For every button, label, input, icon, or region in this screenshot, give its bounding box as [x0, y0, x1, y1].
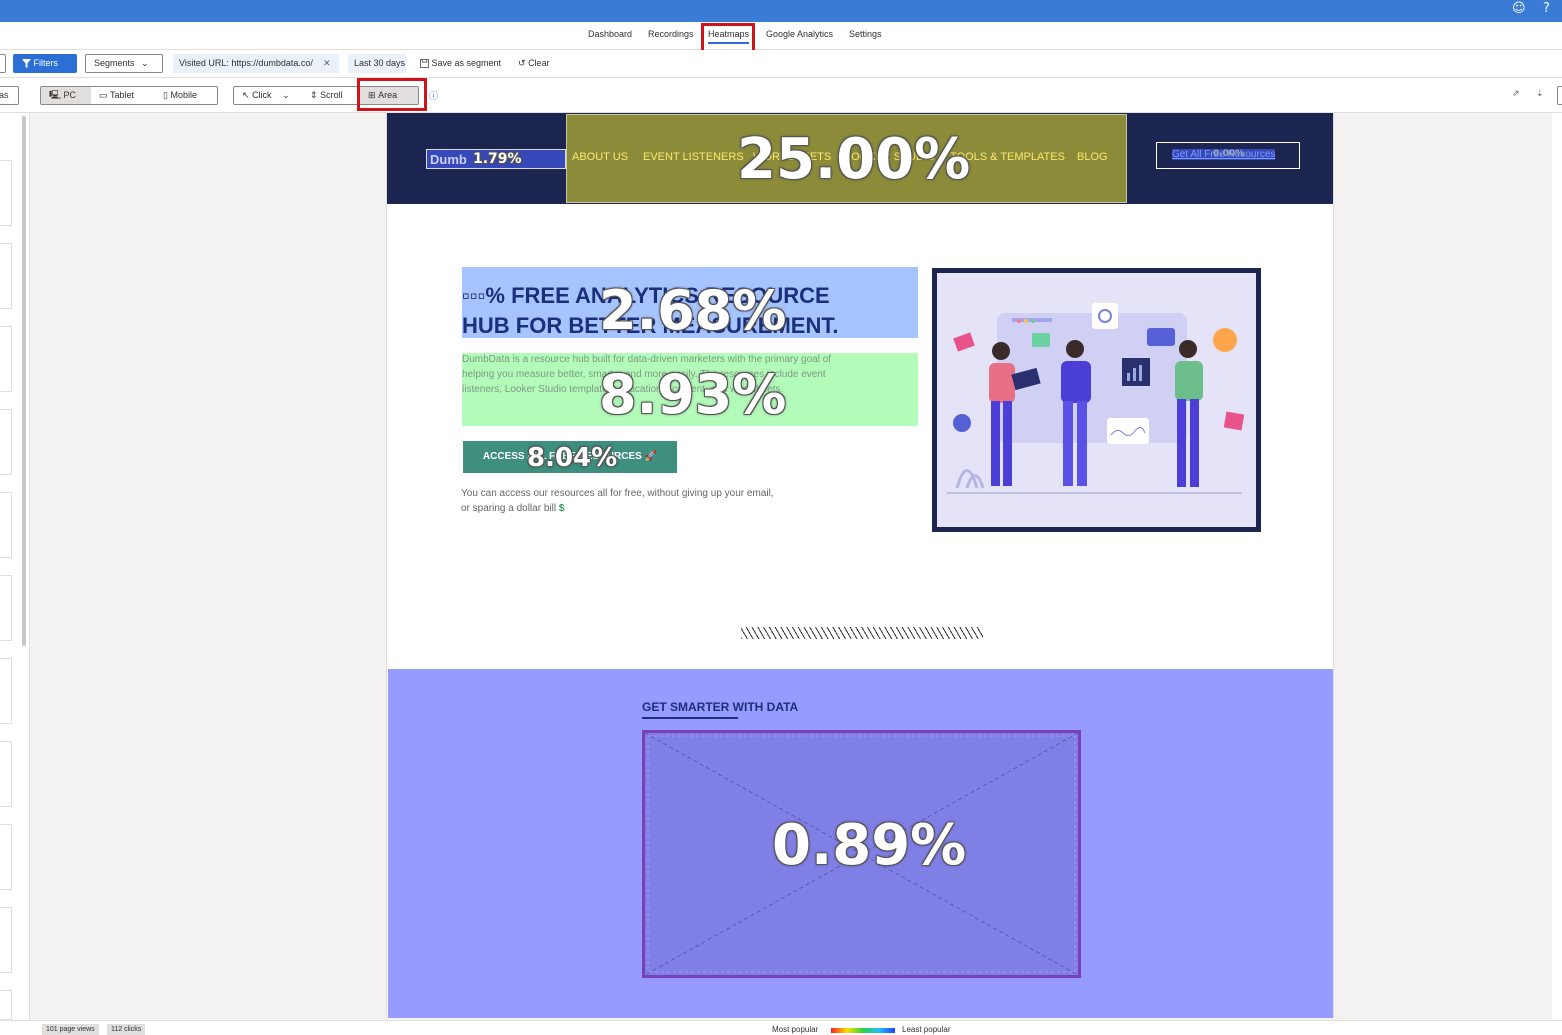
heat-legend-gradient	[831, 1028, 895, 1033]
area-percent-header-cta: 0.00%	[1213, 149, 1245, 159]
date-filter-chip[interactable]: Last 30 days	[348, 54, 406, 73]
area-percent-logo: 1.79%	[473, 151, 522, 167]
tablet-icon: ▭	[99, 90, 108, 100]
team-illustration	[947, 303, 1245, 494]
sidebar-card[interactable]	[0, 907, 12, 973]
help-icon[interactable]: ?	[1543, 1, 1550, 16]
mobile-icon: ▯	[163, 90, 168, 100]
download-icon[interactable]: ⇣	[1536, 88, 1544, 99]
share-icon[interactable]: ⇗	[1512, 88, 1520, 99]
chevron-down-icon: ⌄	[141, 58, 149, 68]
heatmap-toolbar: as 🖳 PC ▭ Tablet ▯ Mobile ↖ Click ⌄ ⇕ Sc…	[0, 78, 1562, 113]
sidebar-card[interactable]	[0, 658, 12, 724]
site-menu-blog[interactable]: BLOG	[1077, 151, 1108, 163]
site-menu-event-listeners[interactable]: EVENT LISTENERS	[643, 151, 744, 163]
section-title: GET SMARTER WITH DATA	[642, 700, 799, 714]
save-as-segment-button[interactable]: Save as segment	[420, 58, 502, 69]
smiley-icon[interactable]: ☺	[1512, 1, 1526, 16]
clear-button[interactable]: ↺ Clear	[518, 58, 550, 69]
chevron-down-icon: ⌄	[282, 90, 290, 100]
save-as-segment-label: Save as segment	[431, 58, 502, 68]
sidebar-card[interactable]	[0, 160, 12, 226]
area-percent-hero-title: 2.68%	[599, 279, 787, 342]
status-bar: 101 page views 112 clicks Most popular L…	[0, 1020, 1562, 1035]
segments-dropdown[interactable]: Segments ⌄	[85, 54, 163, 73]
legend-most-popular: Most popular	[772, 1025, 819, 1034]
device-mobile[interactable]: ▯ Mobile	[155, 87, 215, 104]
clicks-badge: 112 clicks	[107, 1024, 146, 1035]
segments-label: Segments	[94, 58, 135, 68]
sidebar-card[interactable]	[0, 409, 12, 475]
sidebar-card[interactable]	[0, 990, 12, 1020]
filters-button[interactable]: Filters	[13, 54, 77, 73]
collapsed-control[interactable]	[0, 54, 6, 73]
sidebar-scrollbar[interactable]	[22, 116, 26, 646]
site-menu-about[interactable]: ABOUT US	[572, 151, 628, 163]
page-views-badge: 101 page views	[42, 1024, 99, 1035]
sidebar-card[interactable]	[0, 824, 12, 890]
sidebar-card[interactable]	[0, 326, 12, 392]
decorative-hatch-divider	[741, 627, 983, 639]
mode-scroll[interactable]: ⇕ Scroll	[302, 87, 360, 104]
tab-recordings[interactable]: Recordings	[648, 29, 694, 39]
main-nav: Dashboard Recordings Heatmaps Google Ana…	[0, 22, 1562, 50]
sidebar-card[interactable]	[0, 492, 12, 558]
info-icon[interactable]: ⓘ	[429, 89, 438, 102]
cursor-icon: ↖	[242, 90, 250, 100]
url-filter-chip[interactable]: Visited URL: https://dumbdata.co/ ✕	[173, 54, 339, 73]
area-percent-video: 0.89%	[772, 813, 967, 878]
more-control[interactable]	[1557, 86, 1562, 105]
sidebar-card[interactable]	[0, 243, 12, 309]
site-logo: Dumb	[430, 152, 467, 167]
hero-illustration	[932, 268, 1261, 532]
sidebar-card[interactable]	[0, 575, 12, 641]
area-percent-hero-text: 8.93%	[599, 363, 787, 426]
recordings-sidebar	[0, 113, 30, 1020]
tab-google-analytics[interactable]: Google Analytics	[766, 29, 833, 39]
filter-bar: Filters Segments ⌄ Visited URL: https://…	[0, 50, 1562, 78]
undo-icon: ↺	[518, 58, 526, 68]
app-top-bar: ☺ ?	[0, 0, 1562, 22]
legend-least-popular: Least popular	[902, 1025, 951, 1034]
heatmap-page-preview: Dumb 1.79% ABOUT US EVENT LISTENERS WORK…	[386, 113, 1334, 1018]
filters-label: Filters	[33, 58, 59, 68]
section-title-underline	[642, 717, 738, 719]
url-filter-label: Visited URL: https://dumbdata.co/	[179, 58, 313, 68]
hero-note: You can access our resources all for fre…	[461, 488, 774, 514]
mode-click[interactable]: ↖ Click ⌄	[234, 87, 302, 104]
device-switcher: 🖳 PC ▭ Tablet ▯ Mobile	[40, 86, 218, 105]
filter-icon	[22, 59, 31, 69]
device-pc[interactable]: 🖳 PC	[41, 87, 91, 104]
tab-settings[interactable]: Settings	[849, 29, 882, 39]
dollar-icon: $	[558, 503, 565, 514]
tab-dashboard[interactable]: Dashboard	[588, 29, 632, 39]
close-icon[interactable]: ✕	[323, 54, 331, 73]
sidebar-card[interactable]	[0, 741, 12, 807]
area-percent-menu: 25.00%	[737, 127, 971, 192]
clear-label: Clear	[528, 58, 550, 68]
monitor-icon: 🖳	[49, 90, 62, 100]
scroll-icon: ⇕	[310, 90, 318, 100]
highlight-box-area	[357, 78, 427, 111]
page-scroll-area[interactable]	[1552, 113, 1562, 1020]
device-tablet[interactable]: ▭ Tablet	[91, 87, 155, 104]
view-dropdown-fragment[interactable]: as	[0, 86, 19, 105]
save-icon	[420, 59, 429, 69]
area-percent-hero-button: 8.04%	[527, 443, 618, 473]
